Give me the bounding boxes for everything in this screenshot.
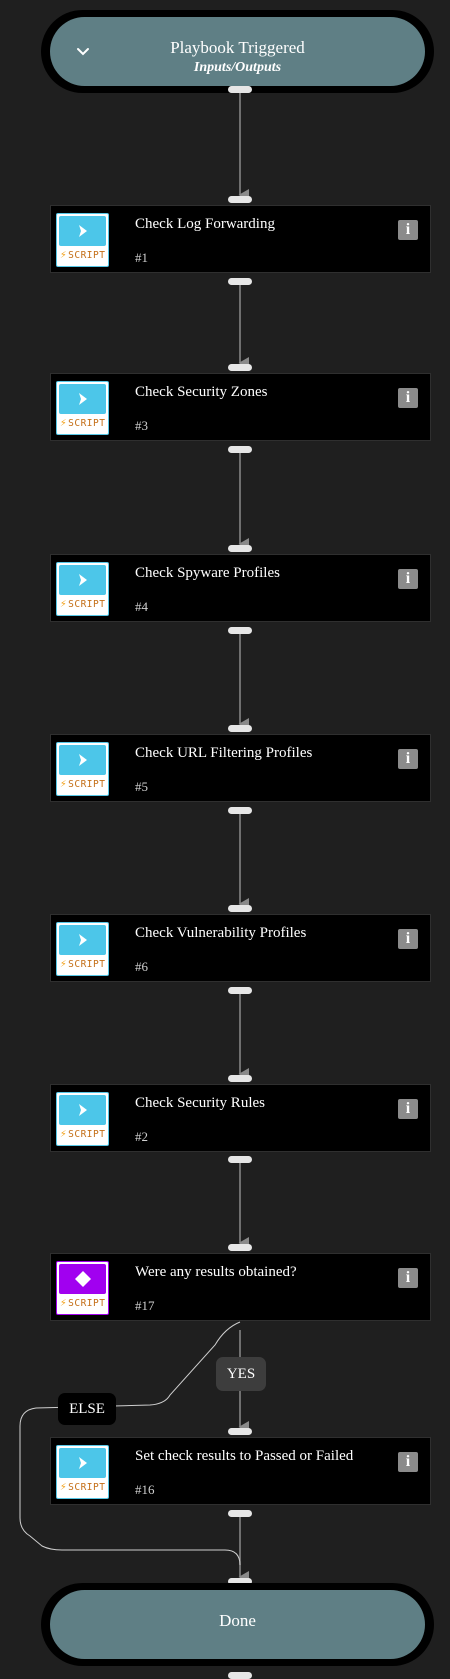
script-icon: ⚡SCRIPT bbox=[56, 742, 109, 796]
start-title: Playbook Triggered bbox=[170, 38, 305, 57]
start-output-port[interactable] bbox=[228, 86, 252, 93]
task-name: Check Vulnerability Profiles bbox=[135, 925, 307, 941]
task-output-port[interactable] bbox=[228, 446, 252, 453]
task-id: #5 bbox=[135, 779, 148, 794]
task-set-check-results[interactable]: ⚡SCRIPT Set check results to Passed or F… bbox=[50, 1437, 431, 1505]
task-id: #1 bbox=[135, 250, 148, 265]
task-output-port[interactable] bbox=[228, 1156, 252, 1163]
task-input-port[interactable] bbox=[228, 545, 252, 552]
task-type-label: SCRIPT bbox=[68, 959, 106, 970]
task-input-port[interactable] bbox=[228, 364, 252, 371]
task-check-security-zones[interactable]: ⚡SCRIPT Check Security Zones #3 i bbox=[50, 373, 431, 441]
script-icon: ⚡SCRIPT bbox=[56, 1092, 109, 1146]
bolt-icon: ⚡ bbox=[60, 248, 68, 261]
done-node[interactable]: Done bbox=[41, 1583, 434, 1666]
task-input-port[interactable] bbox=[228, 905, 252, 912]
playbook-triggered-node[interactable]: Playbook Triggered Inputs/Outputs bbox=[41, 10, 434, 93]
task-check-spyware-profiles[interactable]: ⚡SCRIPT Check Spyware Profiles #4 i bbox=[50, 554, 431, 622]
script-icon: ⚡SCRIPT bbox=[56, 381, 109, 435]
task-name: Check URL Filtering Profiles bbox=[135, 745, 313, 761]
bolt-icon: ⚡ bbox=[60, 597, 68, 610]
task-input-port[interactable] bbox=[228, 196, 252, 203]
task-output-port[interactable] bbox=[228, 987, 252, 994]
task-name: Were any results obtained? bbox=[135, 1264, 297, 1280]
task-input-port[interactable] bbox=[228, 1075, 252, 1082]
task-output-port[interactable] bbox=[228, 627, 252, 634]
task-type-label: SCRIPT bbox=[68, 1298, 106, 1309]
info-icon[interactable]: i bbox=[398, 1452, 418, 1472]
task-input-port[interactable] bbox=[228, 1244, 252, 1251]
task-name: Check Spyware Profiles bbox=[135, 565, 280, 581]
info-icon[interactable]: i bbox=[398, 1268, 418, 1288]
bolt-icon: ⚡ bbox=[60, 1296, 68, 1309]
info-icon[interactable]: i bbox=[398, 749, 418, 769]
task-id: #2 bbox=[135, 1129, 148, 1144]
done-body: Done bbox=[50, 1590, 425, 1659]
task-id: #17 bbox=[135, 1298, 155, 1313]
task-id: #4 bbox=[135, 599, 148, 614]
info-icon[interactable]: i bbox=[398, 220, 418, 240]
task-type-label: SCRIPT bbox=[68, 418, 106, 429]
branch-else-label[interactable]: ELSE bbox=[58, 1393, 116, 1425]
task-were-any-results-obtained[interactable]: ⚡SCRIPT Were any results obtained? #17 i bbox=[50, 1253, 431, 1321]
task-name: Check Security Rules bbox=[135, 1095, 265, 1111]
task-type-label: SCRIPT bbox=[68, 599, 106, 610]
task-output-port[interactable] bbox=[228, 278, 252, 285]
script-icon: ⚡SCRIPT bbox=[56, 213, 109, 267]
task-input-port[interactable] bbox=[228, 1428, 252, 1435]
info-icon[interactable]: i bbox=[398, 1099, 418, 1119]
task-id: #16 bbox=[135, 1482, 155, 1497]
task-type-label: SCRIPT bbox=[68, 1129, 106, 1140]
condition-icon: ⚡SCRIPT bbox=[56, 1261, 109, 1315]
task-type-label: SCRIPT bbox=[68, 1482, 106, 1493]
task-output-port[interactable] bbox=[228, 807, 252, 814]
bolt-icon: ⚡ bbox=[60, 1127, 68, 1140]
task-id: #6 bbox=[135, 959, 148, 974]
bolt-icon: ⚡ bbox=[60, 777, 68, 790]
info-icon[interactable]: i bbox=[398, 929, 418, 949]
task-type-label: SCRIPT bbox=[68, 250, 106, 261]
task-output-port[interactable] bbox=[228, 1510, 252, 1517]
task-input-port[interactable] bbox=[228, 725, 252, 732]
bolt-icon: ⚡ bbox=[60, 1480, 68, 1493]
task-check-security-rules[interactable]: ⚡SCRIPT Check Security Rules #2 i bbox=[50, 1084, 431, 1152]
bolt-icon: ⚡ bbox=[60, 416, 68, 429]
done-title: Done bbox=[219, 1611, 256, 1630]
done-output-port[interactable] bbox=[228, 1672, 252, 1679]
task-id: #3 bbox=[135, 418, 148, 433]
script-icon: ⚡SCRIPT bbox=[56, 922, 109, 976]
task-check-vulnerability-profiles[interactable]: ⚡SCRIPT Check Vulnerability Profiles #6 … bbox=[50, 914, 431, 982]
script-icon: ⚡SCRIPT bbox=[56, 1445, 109, 1499]
task-name: Check Log Forwarding bbox=[135, 216, 275, 232]
chevron-down-icon[interactable] bbox=[68, 37, 98, 67]
playbook-triggered-body: Playbook Triggered Inputs/Outputs bbox=[50, 17, 425, 86]
bolt-icon: ⚡ bbox=[60, 957, 68, 970]
task-check-log-forwarding[interactable]: ⚡SCRIPT Check Log Forwarding #1 i bbox=[50, 205, 431, 273]
task-name: Set check results to Passed or Failed bbox=[135, 1448, 354, 1464]
branch-yes-label[interactable]: YES bbox=[216, 1357, 266, 1391]
info-icon[interactable]: i bbox=[398, 569, 418, 589]
start-subtitle[interactable]: Inputs/Outputs bbox=[50, 60, 425, 76]
script-icon: ⚡SCRIPT bbox=[56, 562, 109, 616]
task-name: Check Security Zones bbox=[135, 384, 268, 400]
info-icon[interactable]: i bbox=[398, 388, 418, 408]
task-type-label: SCRIPT bbox=[68, 779, 106, 790]
task-check-url-filtering-profiles[interactable]: ⚡SCRIPT Check URL Filtering Profiles #5 … bbox=[50, 734, 431, 802]
